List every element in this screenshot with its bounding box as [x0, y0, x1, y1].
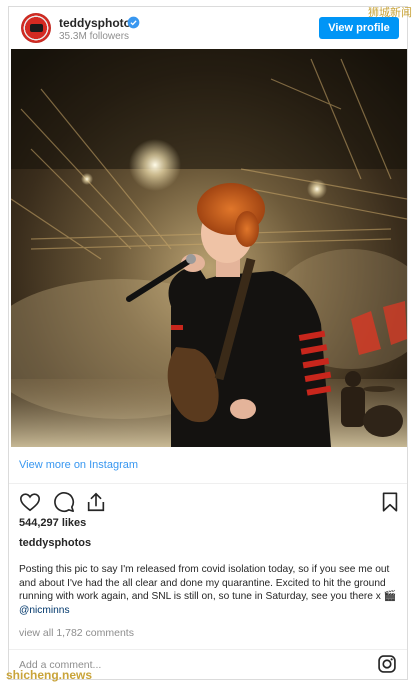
watermark-bottom: shicheng.news [6, 668, 93, 682]
view-more-link[interactable]: View more on Instagram [19, 459, 138, 471]
caption-mention[interactable]: @nicminns [19, 605, 70, 616]
bookmark-icon[interactable] [379, 491, 401, 513]
avatar[interactable] [21, 13, 51, 43]
verified-badge-icon [127, 16, 140, 29]
post-photo[interactable] [11, 49, 407, 447]
heart-icon[interactable] [19, 491, 41, 513]
divider [9, 483, 407, 484]
like-count[interactable]: 544,297 likes [19, 517, 86, 529]
concert-photo [11, 49, 407, 447]
action-bar [17, 491, 401, 513]
avatar-image [30, 24, 43, 32]
username[interactable]: teddysphotos [59, 16, 138, 30]
follower-count: 35.3M followers [59, 31, 130, 42]
share-icon[interactable] [85, 491, 107, 513]
instagram-icon[interactable] [377, 654, 397, 674]
instagram-embed-card: teddysphotos 35.3M followers View profil… [8, 6, 408, 680]
caption: Posting this pic to say I'm released fro… [19, 563, 399, 617]
view-comments-link[interactable]: view all 1,782 comments [19, 627, 134, 639]
caption-username[interactable]: teddysphotos [19, 537, 91, 549]
watermark-top: 狮城新闻 [368, 6, 412, 19]
comment-icon[interactable] [53, 491, 75, 513]
caption-text: Posting this pic to say I'm released fro… [19, 564, 397, 603]
divider [9, 649, 407, 650]
post-header: teddysphotos 35.3M followers View profil… [9, 7, 407, 51]
view-profile-button[interactable]: View profile [319, 17, 399, 39]
